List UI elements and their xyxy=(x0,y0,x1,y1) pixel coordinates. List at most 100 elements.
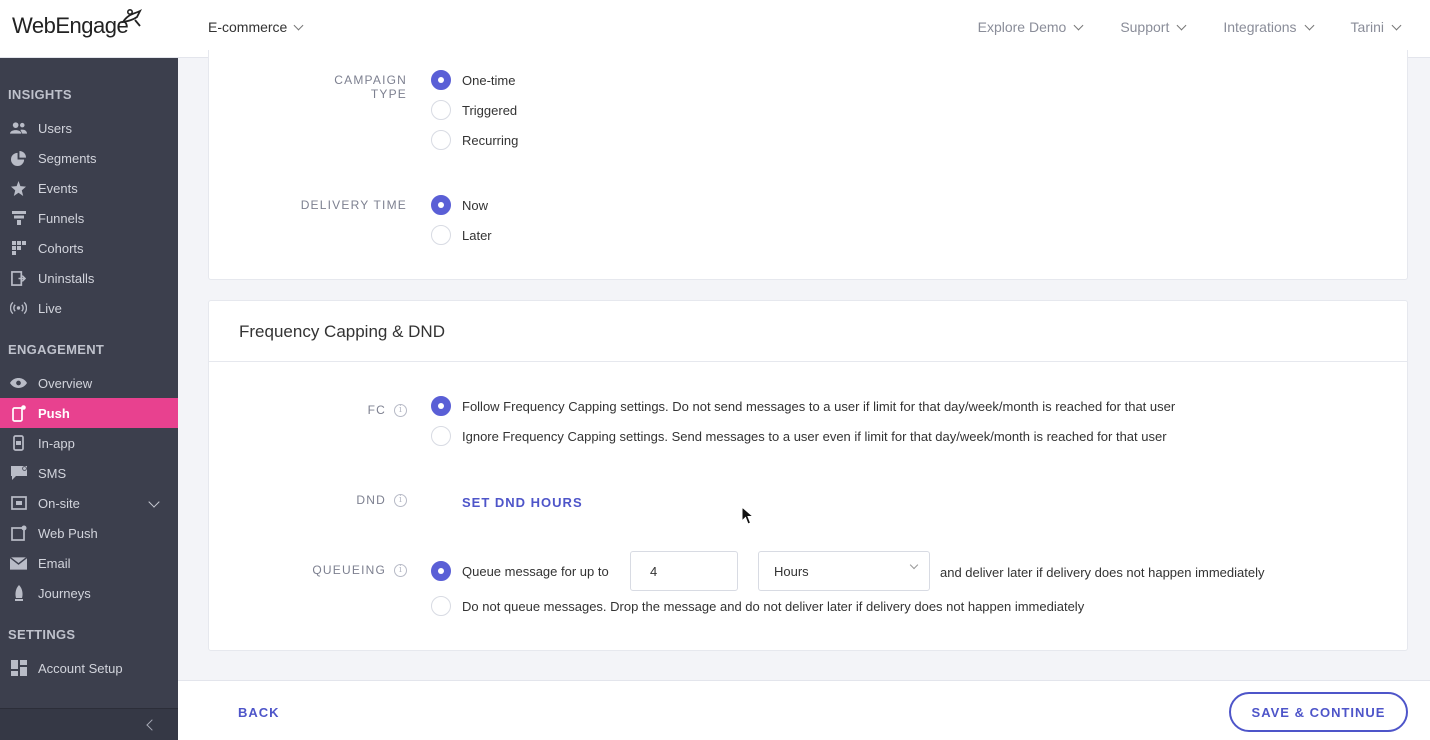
nav-label: Tarini xyxy=(1350,19,1384,35)
sidebar-item-web-push[interactable]: Web Push xyxy=(0,518,178,548)
nav-user-menu[interactable]: Tarini xyxy=(1350,19,1402,35)
radio-label: Now xyxy=(462,197,489,213)
sidebar-item-segments[interactable]: Segments xyxy=(0,143,178,173)
nav-support[interactable]: Support xyxy=(1120,19,1187,35)
mobile-icon xyxy=(10,435,27,452)
sidebar-item-label: Live xyxy=(38,300,62,316)
nav-integrations[interactable]: Integrations xyxy=(1223,19,1314,35)
radio-follow-fc[interactable]: Follow Frequency Capping settings. Do no… xyxy=(431,396,1175,416)
sidebar-item-users[interactable]: Users xyxy=(0,113,178,143)
info-icon[interactable]: i xyxy=(394,404,407,418)
radio-button[interactable] xyxy=(431,561,451,581)
grid-icon xyxy=(10,240,27,257)
push-icon xyxy=(10,404,27,422)
back-button[interactable]: BACK xyxy=(238,705,280,720)
radio-button[interactable] xyxy=(431,225,451,245)
sidebar-item-label: Email xyxy=(38,555,71,571)
info-icon[interactable]: i xyxy=(394,564,407,578)
queueing-label: QUEUEING i xyxy=(269,563,407,578)
broadcast-icon xyxy=(10,300,27,317)
queue-unit-value: Hours xyxy=(774,564,809,579)
sidebar-item-label: Overview xyxy=(38,375,93,391)
sidebar-item-in-app[interactable]: In-app xyxy=(0,428,178,458)
dnd-label: DND i xyxy=(309,493,407,508)
sidebar-item-label: Journeys xyxy=(38,585,91,601)
sidebar-item-account-setup[interactable]: Account Setup xyxy=(0,653,178,683)
sidebar-item-label: SMS xyxy=(38,465,67,481)
radio-queue-message[interactable]: Queue message for up to xyxy=(431,561,609,581)
eye-icon xyxy=(10,375,27,392)
sidebar-item-label: Push xyxy=(38,405,70,421)
radio-button[interactable] xyxy=(431,130,451,150)
dnd-label-text: DND xyxy=(356,493,386,507)
mouse-cursor-icon xyxy=(741,506,755,525)
radio-label: Ignore Frequency Capping settings. Send … xyxy=(462,428,1167,444)
sidebar: INSIGHTS Users Segments Events Funnels C… xyxy=(0,58,178,740)
sidebar-item-label: Cohorts xyxy=(38,240,84,256)
fc-label-text: FC xyxy=(367,403,386,417)
chevron-down-icon[interactable] xyxy=(148,496,160,508)
dashboard-icon xyxy=(10,660,27,677)
chevron-down-icon xyxy=(1073,20,1084,30)
radio-now[interactable]: Now xyxy=(431,195,488,215)
logo-text: WebEngage xyxy=(12,13,129,38)
radio-label: Do not queue messages. Drop the message … xyxy=(462,598,1085,614)
sidebar-item-email[interactable]: Email xyxy=(0,548,178,578)
radio-triggered[interactable]: Triggered xyxy=(431,100,517,120)
radio-label: One-time xyxy=(462,72,516,88)
save-continue-button[interactable]: SAVE & CONTINUE xyxy=(1229,692,1408,732)
queue-unit-select[interactable]: Hours xyxy=(758,551,930,591)
bottom-action-bar: BACK SAVE & CONTINUE xyxy=(178,680,1430,740)
chevron-down-icon xyxy=(909,560,919,570)
queue-suffix-text: and deliver later if delivery does not h… xyxy=(940,565,1265,580)
radio-later[interactable]: Later xyxy=(431,225,492,245)
sidebar-item-label: Events xyxy=(38,180,78,196)
set-dnd-hours-link[interactable]: SET DND HOURS xyxy=(462,495,583,510)
radio-button[interactable] xyxy=(431,70,451,90)
sidebar-item-live[interactable]: Live xyxy=(0,293,178,323)
sidebar-item-journeys[interactable]: Journeys xyxy=(0,578,178,608)
nav-label: Integrations xyxy=(1223,19,1297,35)
chat-icon xyxy=(10,465,27,482)
webengage-logo[interactable]: WebEngage xyxy=(12,8,143,42)
nav-label: Support xyxy=(1120,19,1170,35)
star-icon xyxy=(10,180,27,197)
sidebar-item-label: Account Setup xyxy=(38,660,123,676)
envelope-icon xyxy=(10,555,27,572)
web-push-icon xyxy=(10,525,27,542)
sidebar-section-engagement: ENGAGEMENT xyxy=(8,342,105,357)
sidebar-item-push[interactable]: Push xyxy=(0,398,178,428)
nav-explore-demo[interactable]: Explore Demo xyxy=(978,19,1084,35)
radio-ignore-fc[interactable]: Ignore Frequency Capping settings. Send … xyxy=(431,426,1167,446)
sidebar-item-events[interactable]: Events xyxy=(0,173,178,203)
pie-chart-icon xyxy=(10,150,27,167)
radio-button[interactable] xyxy=(431,100,451,120)
sidebar-item-label: Funnels xyxy=(38,210,85,226)
chevron-down-icon xyxy=(1176,20,1187,30)
queue-duration-input[interactable] xyxy=(630,551,738,591)
radio-recurring[interactable]: Recurring xyxy=(431,130,518,150)
sidebar-item-uninstalls[interactable]: Uninstalls xyxy=(0,263,178,293)
radio-label: Follow Frequency Capping settings. Do no… xyxy=(462,398,1176,414)
radio-one-time[interactable]: One-time xyxy=(431,70,515,90)
radio-button[interactable] xyxy=(431,195,451,215)
radio-do-not-queue[interactable]: Do not queue messages. Drop the message … xyxy=(431,596,1084,616)
radio-button[interactable] xyxy=(431,396,451,416)
project-selector[interactable]: E-commerce xyxy=(208,19,304,35)
sidebar-item-on-site[interactable]: On-site xyxy=(0,488,178,518)
sidebar-item-label: On-site xyxy=(38,495,80,511)
sidebar-item-label: Users xyxy=(38,120,72,136)
sidebar-item-cohorts[interactable]: Cohorts xyxy=(0,233,178,263)
info-icon[interactable]: i xyxy=(394,494,407,508)
sidebar-item-sms[interactable]: SMS xyxy=(0,458,178,488)
sidebar-section-insights: INSIGHTS xyxy=(8,87,72,102)
section-title: Frequency Capping & DND xyxy=(209,301,1407,362)
browser-icon xyxy=(10,495,27,512)
radio-label: Recurring xyxy=(462,132,519,148)
sidebar-item-overview[interactable]: Overview xyxy=(0,368,178,398)
collapse-sidebar-icon[interactable] xyxy=(146,719,158,731)
delivery-time-label: DELIVERY TIME xyxy=(300,198,407,212)
radio-button[interactable] xyxy=(431,426,451,446)
radio-button[interactable] xyxy=(431,596,451,616)
sidebar-item-funnels[interactable]: Funnels xyxy=(0,203,178,233)
